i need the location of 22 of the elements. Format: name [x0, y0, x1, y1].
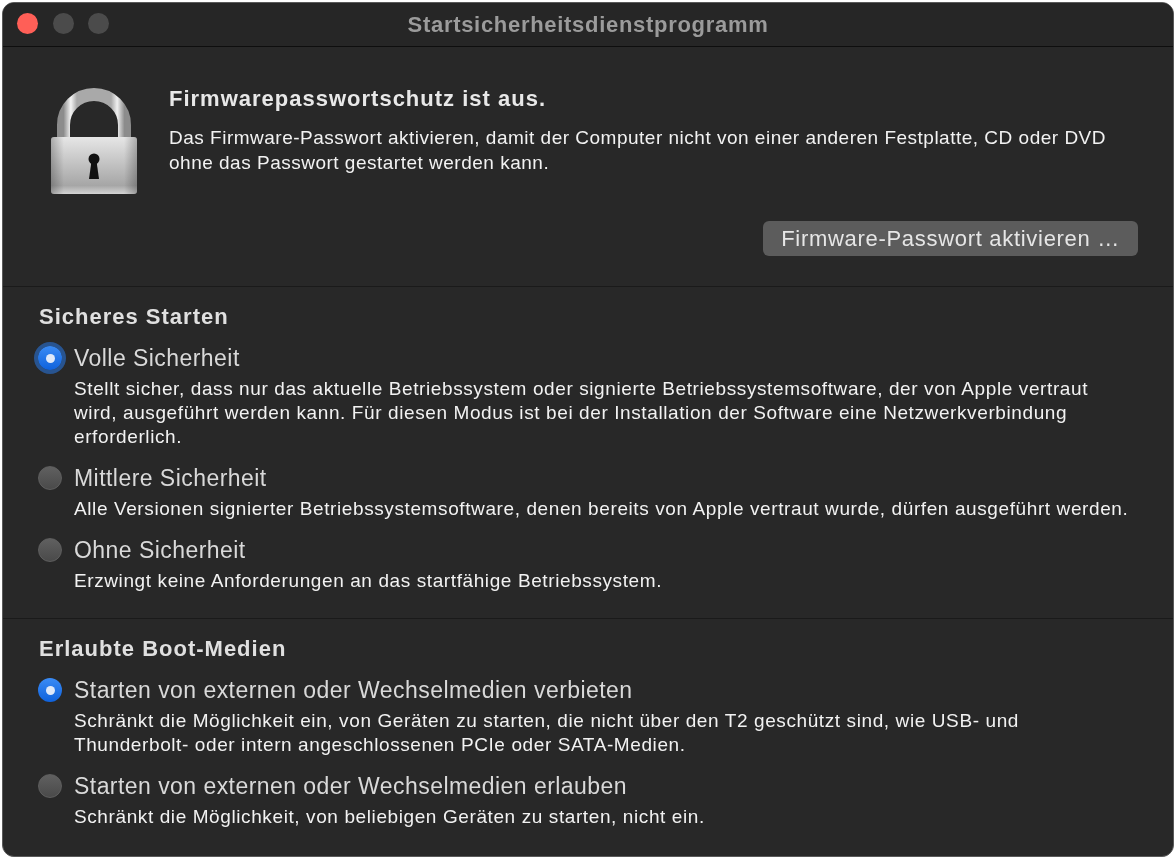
- radio-button[interactable]: [38, 466, 62, 490]
- option-description: Stellt sicher, dass nur das aktuelle Betriebssystem oder signierte Betriebssystemsoftware, der von Apple vertraut wird, ausgeführt werden kann. Für diesen Modus ist bei der Installation der Software eine Netzwerkverbindung erforderlich.: [74, 377, 1090, 449]
- section-heading: Sicheres Starten: [39, 305, 230, 329]
- radio-button[interactable]: [38, 678, 62, 702]
- radio-button[interactable]: [38, 538, 62, 562]
- option-label[interactable]: Starten von externen oder Wechselmedien verbieten: [74, 677, 633, 703]
- option-label[interactable]: Starten von externen oder Wechselmedien erlauben: [74, 773, 628, 799]
- option-label[interactable]: Volle Sicherheit: [74, 345, 240, 371]
- window-title: Startsicherheitsdienstprogramm: [407, 11, 769, 38]
- padlock-icon: [50, 87, 138, 195]
- status-description: Das Firmware-Passwort aktivieren, damit der Computer nicht von einer anderen Festplatte, CD oder DVD ohne das Passwort gestartet werden kann.: [169, 126, 1108, 175]
- section-heading: Erlaubte Boot-Medien: [39, 637, 288, 661]
- radio-button[interactable]: [38, 774, 62, 798]
- option-description: Schränkt die Möglichkeit, von beliebigen Geräten zu starten, nicht ein.: [74, 805, 706, 829]
- option-description: Erzwingt keine Anforderungen an das startfähige Betriebssystem.: [74, 569, 664, 593]
- close-button[interactable]: [17, 13, 38, 34]
- option-label[interactable]: Mittlere Sicherheit: [74, 465, 267, 491]
- option-description: Schränkt die Möglichkeit ein, von Geräten zu starten, die nicht über den T2 geschützt sind, wie USB- und Thunderbolt- oder intern angeschlossenen PCIe oder SATA-Medien.: [74, 709, 1020, 757]
- status-heading: Firmwarepasswortschutz ist aus.: [169, 87, 547, 111]
- option-description: Alle Versionen signierter Betriebssystemsoftware, denen bereits von Apple vertraut wurde, dürfen ausgeführt werden.: [74, 497, 1130, 521]
- option-label[interactable]: Ohne Sicherheit: [74, 537, 246, 563]
- enable-password-button[interactable]: Firmware-Passwort aktivieren …: [763, 221, 1138, 256]
